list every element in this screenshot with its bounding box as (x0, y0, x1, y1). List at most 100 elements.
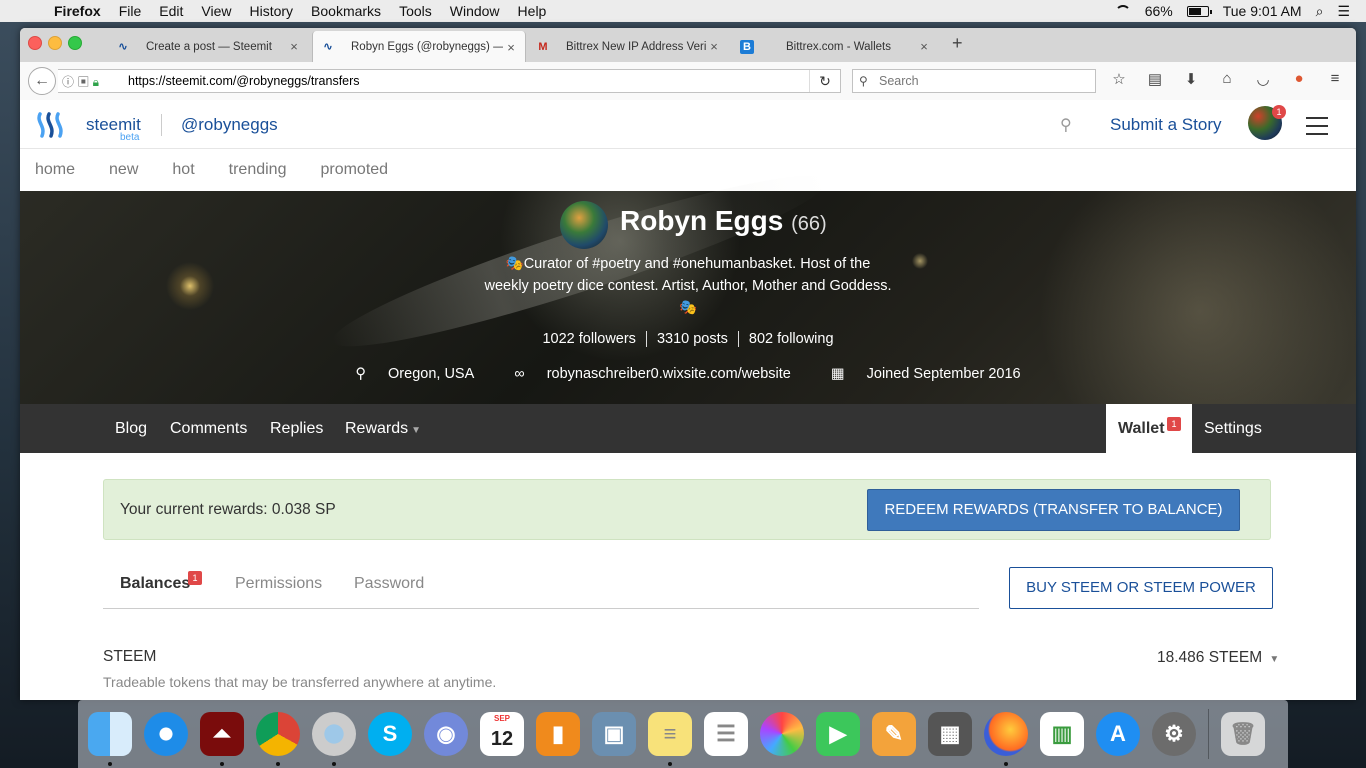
pages-icon[interactable]: ✎ (872, 712, 916, 756)
tab-balances[interactable]: Balances (120, 575, 190, 593)
menu-file[interactable]: File (119, 3, 142, 19)
hamburger-menu-icon[interactable]: ≡ (1324, 70, 1346, 88)
tab-blog[interactable]: Blog (115, 420, 147, 438)
following-count[interactable]: 802 following (737, 331, 844, 347)
search-icon[interactable]: ⚲ (1060, 115, 1072, 135)
menu-app-firefox[interactable]: Firefox (54, 3, 101, 19)
tab-bittrex-ip[interactable]: M Bittrex New IP Address Verific × (528, 31, 728, 62)
menu-edit[interactable]: Edit (159, 3, 183, 19)
gmail-icon: M (538, 40, 548, 53)
nav-home[interactable]: home (35, 161, 75, 179)
firefox-icon[interactable] (984, 712, 1028, 766)
reload-icon[interactable]: ↻ (809, 70, 840, 92)
tab-rewards[interactable]: Rewards ▼ (345, 420, 421, 438)
header-username[interactable]: @robyneggs (181, 115, 278, 135)
profile-meta: ⚲ Oregon, USA ∞ robynaschreiber0.wixsite… (20, 366, 1356, 382)
url-bar[interactable]: ⓘ ▣ 🔒︎ https://steemit.com/@robyneggs/tr… (58, 69, 841, 93)
buy-steem-button[interactable]: BUY STEEM OR STEEM POWER (1009, 567, 1273, 609)
reminders-icon[interactable]: ☰ (704, 712, 748, 756)
tab-wallet[interactable]: Wallet 1 (1106, 404, 1192, 453)
download-icon[interactable]: ⬇ (1180, 70, 1202, 88)
minimize-window-button[interactable] (48, 36, 62, 50)
rewards-banner: Your current rewards: 0.038 SP REDEEM RE… (103, 479, 1271, 540)
back-button[interactable]: ← (28, 67, 56, 95)
reading-list-icon[interactable]: ▤ (1144, 70, 1166, 88)
clock[interactable]: Tue 9:01 AM (1223, 3, 1302, 19)
menu-history[interactable]: History (249, 3, 293, 19)
tab-robyn-eggs[interactable]: ∿ Robyn Eggs (@robyneggs) — × (312, 31, 526, 63)
skype-icon[interactable]: S (368, 712, 412, 756)
discord-icon[interactable]: ◉ (424, 712, 468, 756)
calculator-icon[interactable]: ▦ (928, 712, 972, 756)
battery-icon[interactable] (1186, 5, 1212, 17)
wifi-icon[interactable] (1114, 5, 1131, 17)
photos-icon[interactable] (760, 712, 804, 756)
tab-create-post[interactable]: ∿ Create a post — Steemit × (108, 31, 308, 62)
facetime-icon[interactable]: ▶ (816, 712, 860, 756)
ibooks-icon[interactable]: ▮ (536, 712, 580, 756)
bookmark-star-icon[interactable]: ☆ (1108, 70, 1130, 88)
image-capture-icon[interactable]: ▣ (592, 712, 636, 756)
url-text[interactable]: https://steemit.com/@robyneggs/transfers (128, 74, 360, 88)
posts-count[interactable]: 3310 posts (645, 331, 738, 347)
profile-avatar[interactable] (560, 201, 608, 249)
steem-balance-dropdown[interactable]: 18.486 STEEM ▼ (1157, 649, 1279, 667)
nav-new[interactable]: new (109, 161, 138, 179)
nav-promoted[interactable]: promoted (320, 161, 388, 179)
pocket-icon[interactable]: ◡ (1252, 70, 1274, 88)
preview-icon[interactable] (312, 712, 356, 766)
site-info-icon[interactable]: ⓘ ▣ 🔒︎ (58, 73, 128, 90)
tab-permissions[interactable]: Permissions (235, 575, 322, 593)
home-icon[interactable]: ⌂ (1216, 70, 1238, 88)
steemit-page: steemit beta @robyneggs ⚲ Submit a Story… (20, 100, 1356, 700)
tab-replies[interactable]: Replies (270, 420, 323, 438)
submit-story-link[interactable]: Submit a Story (1110, 115, 1222, 135)
dock: ⏶ S ◉ SEP 12 ▮ ▣ ≡ ☰ ▶ ✎ ▦ ▥ A ⚙ 🗑︎ (78, 700, 1288, 768)
finder-icon[interactable] (88, 712, 132, 766)
profile-name: Robyn Eggs (66) (620, 205, 827, 236)
close-icon[interactable]: × (916, 39, 932, 54)
notification-badge: 1 (1272, 105, 1286, 119)
notification-center-icon[interactable]: ☰ (1337, 3, 1350, 20)
system-preferences-icon[interactable]: ⚙ (1152, 712, 1196, 756)
close-icon[interactable]: × (706, 39, 722, 54)
profile-website[interactable]: robynaschreiber0.wixsite.com/website (547, 366, 791, 382)
menu-bookmarks[interactable]: Bookmarks (311, 3, 381, 19)
app-store-icon[interactable]: A (1096, 712, 1140, 756)
redeem-rewards-button[interactable]: REDEEM REWARDS (TRANSFER TO BALANCE) (867, 489, 1240, 531)
profile-location: Oregon, USA (388, 366, 475, 382)
battery-percent[interactable]: 66% (1145, 3, 1173, 19)
trash-icon[interactable]: 🗑︎ (1221, 712, 1265, 756)
numbers-icon[interactable]: ▥ (1040, 712, 1084, 756)
zoom-window-button[interactable] (68, 36, 82, 50)
menu-help[interactable]: Help (518, 3, 547, 19)
close-icon[interactable]: × (503, 40, 519, 55)
menu-view[interactable]: View (201, 3, 231, 19)
safari-icon[interactable] (144, 712, 188, 756)
menu-tools[interactable]: Tools (399, 3, 432, 19)
followers-count[interactable]: 1022 followers (532, 331, 646, 347)
search-icon: ⚲ (859, 74, 868, 88)
acrobat-icon[interactable]: ⏶ (200, 712, 244, 766)
tab-comments[interactable]: Comments (170, 420, 247, 438)
search-input[interactable]: ⚲ Search (852, 69, 1096, 93)
steem-description: Tradeable tokens that may be transferred… (103, 674, 497, 690)
close-window-button[interactable] (28, 36, 42, 50)
new-tab-button[interactable]: + (952, 33, 963, 54)
nav-hot[interactable]: hot (172, 161, 194, 179)
spotlight-icon[interactable]: ⌕ (1316, 3, 1324, 20)
tab-bittrex-wallets[interactable]: B Bittrex.com - Wallets × (732, 31, 938, 62)
duckduckgo-icon[interactable]: ● (1288, 70, 1310, 88)
reputation-score: (66) (791, 213, 827, 235)
nav-trending[interactable]: trending (229, 161, 287, 179)
beta-label: beta (120, 132, 140, 143)
menu-window[interactable]: Window (450, 3, 500, 19)
steemit-logo-icon[interactable] (36, 110, 68, 140)
chrome-icon[interactable] (256, 712, 300, 766)
hamburger-menu-icon[interactable] (1306, 117, 1328, 141)
calendar-icon[interactable]: SEP 12 (480, 712, 524, 756)
tab-settings[interactable]: Settings (1204, 420, 1262, 438)
tab-password[interactable]: Password (354, 575, 424, 593)
close-icon[interactable]: × (286, 39, 302, 54)
notes-icon[interactable]: ≡ (648, 712, 692, 766)
